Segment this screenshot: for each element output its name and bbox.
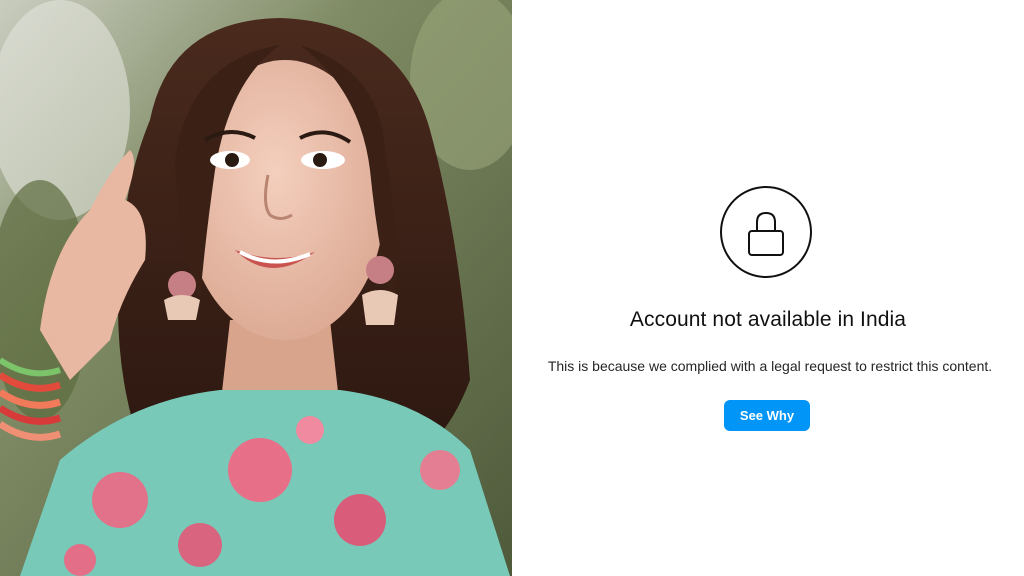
screenshot-stage: Account not available in India This is b… [0, 0, 1024, 576]
profile-photo-illustration [0, 0, 512, 576]
lock-icon [719, 185, 813, 279]
profile-photo [0, 0, 512, 576]
restriction-notice: Account not available in India This is b… [512, 0, 1024, 576]
notice-title: Account not available in India [629, 308, 907, 331]
see-why-button[interactable]: See Why [724, 400, 810, 431]
notice-message: This is because we complied with a legal… [547, 358, 993, 374]
